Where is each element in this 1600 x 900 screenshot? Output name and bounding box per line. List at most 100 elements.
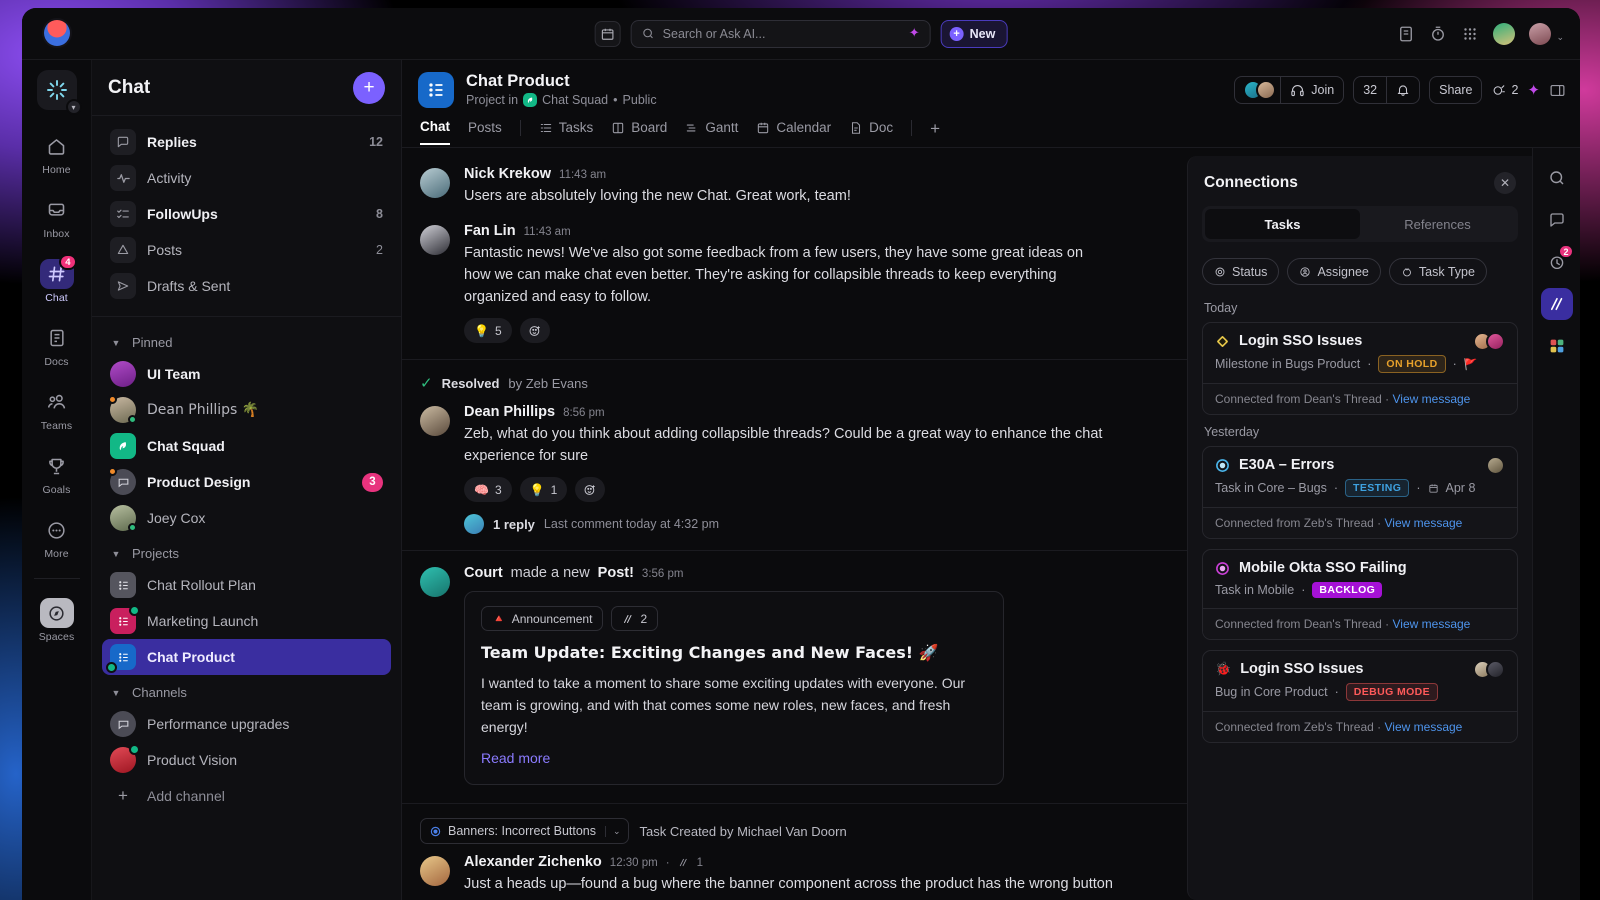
avatar[interactable] (420, 406, 450, 436)
add-channel-button[interactable]: + Add channel (102, 778, 391, 814)
search-input[interactable]: Search or Ask AI... ✦ (630, 19, 931, 48)
thread-reply-link[interactable]: 1 reply Last comment today at 4:32 pm (464, 514, 1165, 534)
notes-icon[interactable] (1397, 25, 1415, 43)
reaction-chip[interactable]: 💡 1 (519, 477, 568, 502)
read-more-link[interactable]: Read more (481, 750, 550, 766)
tab-tasks[interactable]: Tasks (1205, 209, 1360, 239)
tab-tasks[interactable]: Tasks (539, 120, 593, 144)
list-item[interactable]: UI Team (102, 356, 391, 392)
ai-sparkle-icon[interactable]: ✦ (1527, 81, 1540, 99)
task-card[interactable]: Login SSO Issues Milestone in Bugs Produ… (1202, 322, 1518, 415)
reminder-clock-icon[interactable]: 2 (1541, 244, 1574, 278)
comment-icon[interactable] (1541, 204, 1573, 236)
avatar[interactable] (420, 168, 450, 198)
sidebar-item-spaces[interactable]: Spaces (28, 591, 86, 649)
new-button[interactable]: + New (940, 19, 1008, 48)
sidebar-item-docs[interactable]: Docs (28, 316, 86, 374)
avatar[interactable] (1493, 22, 1516, 45)
tab-board[interactable]: Board (611, 120, 667, 144)
join-button[interactable]: Join (1281, 77, 1343, 103)
list-item[interactable]: Marketing Launch (102, 603, 391, 639)
add-reaction-button[interactable] (519, 318, 550, 343)
view-message-link[interactable]: View message (1393, 617, 1471, 631)
add-reaction-button[interactable] (575, 477, 606, 502)
view-message-link[interactable]: View message (1385, 516, 1463, 530)
activity-icon[interactable] (1540, 288, 1573, 320)
member-count[interactable]: 32 (1354, 77, 1386, 103)
list-item[interactable]: Chat Squad (102, 428, 391, 464)
list-item[interactable]: Product Vision (102, 742, 391, 778)
reaction-chip[interactable]: 💡 5 (464, 318, 512, 343)
list-item[interactable]: Joey Cox (102, 500, 391, 536)
avatar-group[interactable] (1235, 77, 1280, 103)
sidebar-item-home[interactable]: Home (28, 124, 86, 182)
brand-logo-icon[interactable] (44, 20, 70, 46)
list-item[interactable]: Chat Rollout Plan (102, 567, 391, 603)
avatar-group[interactable] (1473, 332, 1505, 351)
notification-bell-button[interactable] (1387, 77, 1419, 103)
chevron-down-icon[interactable]: ⌄ (605, 825, 628, 837)
sidebar-item-teams[interactable]: Teams (28, 380, 86, 438)
search-icon[interactable] (1541, 162, 1573, 194)
view-message-link[interactable]: View message (1385, 720, 1463, 734)
view-message-link[interactable]: View message (1393, 392, 1471, 406)
panel-toggle-icon[interactable] (1549, 82, 1566, 99)
workspace-logo[interactable]: ▾ (36, 70, 82, 115)
calendar-icon[interactable] (594, 20, 621, 47)
avatar[interactable] (420, 856, 450, 886)
announcement-chip[interactable]: 🔺 Announcement (481, 606, 604, 631)
connections-list[interactable]: Today Login SSO Issues Milestone in Bugs… (1188, 291, 1532, 900)
post-activity-chip[interactable]: 2 (611, 606, 659, 631)
sparkle-icon[interactable]: ✦ (909, 26, 920, 41)
apps-grid-icon[interactable] (1461, 25, 1479, 43)
sidebar-item-followups[interactable]: FollowUps 8 (102, 196, 391, 232)
sidebar-item-activity[interactable]: Activity (102, 160, 391, 196)
filter-task-type[interactable]: Task Type (1388, 258, 1487, 285)
message-author[interactable]: Fan Lin (464, 223, 516, 239)
sidebar-item-posts[interactable]: Posts 2 (102, 232, 391, 268)
message-author[interactable]: Court (464, 565, 503, 581)
add-view-button[interactable]: + (930, 119, 940, 145)
breadcrumb-space[interactable]: Chat Squad (542, 93, 608, 107)
task-card[interactable]: Mobile Okta SSO Failing Task in Mobile ·… (1202, 549, 1518, 640)
avatar[interactable] (420, 567, 450, 597)
reaction-chip[interactable]: 🧠 3 (464, 477, 512, 502)
sidebar-item-replies[interactable]: Replies 12 (102, 124, 391, 160)
chevron-down-icon[interactable]: ⌄ (1556, 32, 1564, 43)
account-avatar[interactable] (1529, 22, 1552, 45)
tab-chat[interactable]: Chat (420, 119, 450, 145)
section-header-pinned[interactable]: ▼ Pinned (102, 325, 391, 356)
timer-icon[interactable] (1429, 25, 1447, 43)
close-icon[interactable]: ✕ (1494, 172, 1516, 194)
tab-doc[interactable]: Doc (849, 120, 893, 144)
new-chat-button[interactable]: + (353, 71, 385, 104)
section-header-channels[interactable]: ▼ Channels (102, 675, 391, 706)
message-author[interactable]: Alexander Zichenko (464, 854, 602, 870)
filter-assignee[interactable]: Assignee (1287, 258, 1381, 285)
sidebar-item-drafts-sent[interactable]: Drafts & Sent (102, 268, 391, 304)
sidebar-item-more[interactable]: More (28, 508, 86, 566)
avatar[interactable] (420, 225, 450, 255)
filter-status[interactable]: Status (1202, 258, 1280, 285)
sidebar-item-inbox[interactable]: Inbox (28, 188, 86, 246)
section-header-projects[interactable]: ▼ Projects (102, 536, 391, 567)
task-card[interactable]: 🐞 Login SSO Issues Bug in Core Product ·… (1202, 650, 1518, 743)
avatar-group[interactable] (1473, 660, 1505, 679)
avatar-group[interactable] (1486, 456, 1505, 475)
task-card[interactable]: E30A – Errors Task in Core – Bugs · TEST… (1202, 446, 1518, 539)
post-card[interactable]: 🔺 Announcement 2 Team Update: Exciting C… (464, 591, 1004, 785)
automations-button[interactable]: 2 (1491, 83, 1518, 98)
apps-grid-icon[interactable] (1541, 330, 1573, 362)
message-author[interactable]: Dean Phillips (464, 404, 555, 420)
tab-references[interactable]: References (1360, 209, 1515, 239)
sidebar-item-goals[interactable]: Goals (28, 444, 86, 502)
share-button[interactable]: Share (1429, 76, 1483, 104)
sidebar-item-chat-product[interactable]: Chat Product (102, 639, 391, 675)
tab-calendar[interactable]: Calendar (756, 120, 831, 144)
message-author[interactable]: Nick Krekow (464, 166, 551, 182)
chevron-down-icon[interactable]: ▾ (65, 99, 82, 115)
message-list[interactable]: Nick Krekow 11:43 am Users are absolutel… (402, 148, 1187, 900)
tab-gantt[interactable]: Gantt (685, 120, 738, 144)
list-item[interactable]: Product Design 3 (102, 464, 391, 500)
task-reference-pill[interactable]: Banners: Incorrect Buttons ⌄ (420, 818, 629, 844)
